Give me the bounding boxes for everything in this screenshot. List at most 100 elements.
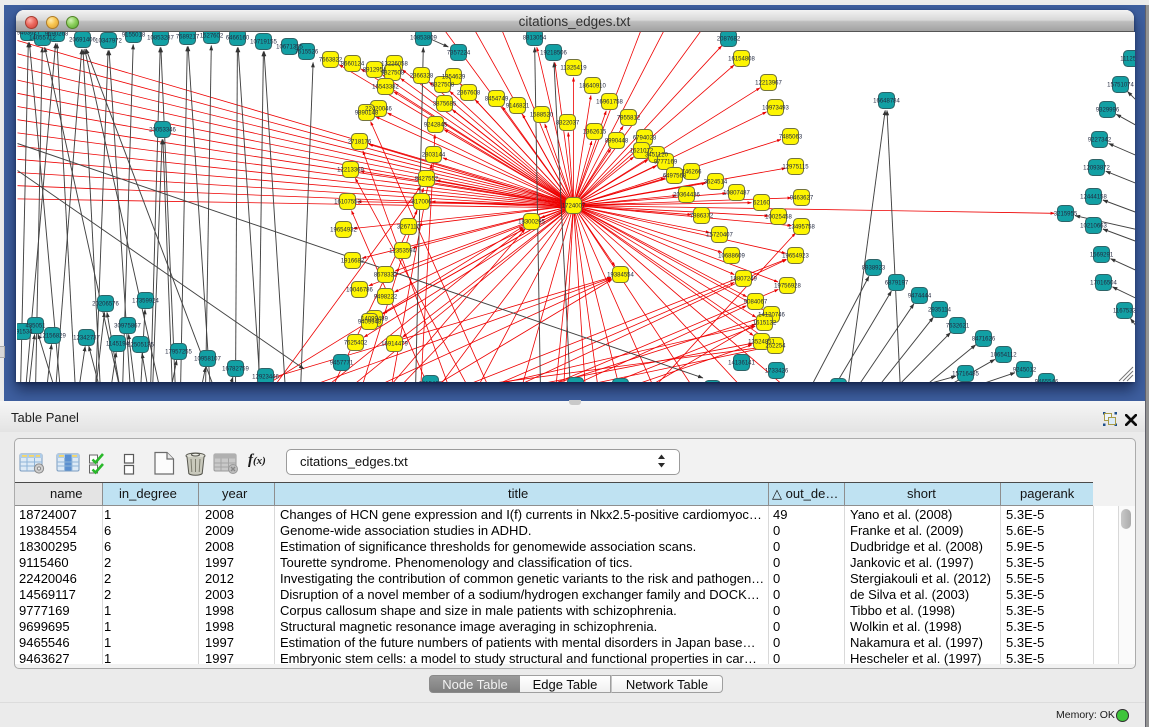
svg-text:20206576: 20206576 [92, 301, 119, 307]
svg-text:16648784: 16648784 [873, 98, 900, 104]
svg-text:2366328: 2366328 [409, 73, 433, 79]
svg-text:7955812: 7955812 [616, 115, 640, 121]
svg-text:10210663: 10210663 [1080, 223, 1107, 229]
svg-text:12213369: 12213369 [337, 167, 364, 173]
svg-text:12505135: 12505135 [127, 342, 154, 348]
svg-text:3451120: 3451120 [645, 152, 669, 158]
svg-text:9474444: 9474444 [907, 293, 931, 299]
svg-text:7986372: 7986372 [689, 213, 713, 219]
svg-text:9146821: 9146821 [505, 103, 529, 109]
svg-text:10719155: 10719155 [250, 39, 277, 45]
svg-text:7632621: 7632621 [945, 323, 969, 329]
svg-text:6497568: 6497568 [662, 173, 686, 179]
svg-text:8660124: 8660124 [340, 61, 364, 67]
svg-text:10347972: 10347972 [95, 38, 122, 44]
svg-text:16961758: 16961758 [596, 99, 623, 105]
svg-text:1354629: 1354629 [441, 74, 465, 80]
svg-text:7625402: 7625402 [343, 340, 367, 346]
svg-text:9242845: 9242845 [423, 122, 447, 128]
svg-text:10025458: 10025458 [765, 214, 792, 220]
svg-text:10958107: 10958107 [194, 356, 221, 362]
svg-text:1112545: 1112545 [1120, 56, 1135, 62]
svg-text:30975867: 30975867 [114, 323, 141, 329]
svg-text:16782759: 16782759 [222, 366, 249, 372]
svg-text:1588520: 1588520 [529, 112, 553, 118]
svg-text:9777169: 9777169 [653, 159, 677, 165]
svg-text:12093872: 12093872 [1083, 165, 1110, 171]
svg-text:8678332: 8678332 [373, 272, 397, 278]
svg-text:15751074: 15751074 [1107, 82, 1134, 88]
svg-text:8322037: 8322037 [555, 120, 579, 126]
svg-text:8471626: 8471626 [971, 336, 995, 342]
svg-text:1362615: 1362615 [582, 129, 606, 135]
svg-text:8813054: 8813054 [522, 35, 546, 41]
svg-text:10853809: 10853809 [410, 35, 437, 41]
svg-text:3267110: 3267110 [397, 224, 421, 230]
svg-text:18807249: 18807249 [730, 276, 757, 282]
svg-text:10046786: 10046786 [346, 287, 373, 293]
svg-text:9409948: 9409948 [357, 319, 381, 325]
svg-text:14120746: 14120746 [758, 312, 785, 318]
svg-text:14136141: 14136141 [728, 360, 755, 366]
svg-text:391534: 391534 [17, 329, 33, 335]
svg-text:1724007: 1724007 [561, 203, 585, 209]
svg-text:16914479: 16914479 [381, 341, 408, 347]
svg-text:8454749: 8454749 [484, 96, 508, 102]
svg-text:2718176: 2718176 [347, 139, 371, 145]
svg-text:8427552: 8427552 [414, 176, 438, 182]
svg-text:9498222: 9498222 [373, 294, 397, 300]
svg-text:19218506: 19218506 [540, 50, 567, 56]
svg-text:13226058: 13226058 [381, 61, 408, 67]
svg-text:9155018: 9155018 [121, 32, 145, 38]
svg-text:1916682: 1916682 [340, 258, 364, 264]
svg-text:20691406: 20691406 [69, 37, 96, 43]
svg-text:6879197: 6879197 [884, 280, 908, 286]
svg-text:1615132: 1615132 [752, 320, 776, 326]
svg-text:10853287: 10853287 [147, 35, 174, 41]
svg-text:16543382: 16543382 [372, 84, 399, 90]
svg-text:12213967: 12213967 [755, 80, 782, 86]
svg-text:9329996: 9329996 [1095, 107, 1119, 113]
svg-text:1145194: 1145194 [106, 341, 130, 347]
svg-text:3215955: 3215955 [1053, 211, 1077, 217]
svg-text:9227342: 9227342 [1087, 137, 1111, 143]
svg-text:252254: 252254 [765, 343, 786, 349]
svg-text:15720407: 15720407 [706, 232, 733, 238]
svg-text:12353594: 12353594 [389, 248, 416, 254]
svg-text:1569291: 1569291 [1089, 252, 1113, 258]
svg-text:8938923: 8938923 [861, 265, 885, 271]
svg-text:16154808: 16154808 [728, 56, 755, 62]
svg-text:7485063: 7485063 [778, 134, 802, 140]
svg-text:817006: 817006 [411, 199, 432, 205]
svg-text:18640910: 18640910 [579, 83, 606, 89]
svg-text:8990448: 8990448 [604, 138, 628, 144]
svg-text:10807487: 10807487 [723, 190, 750, 196]
svg-text:9084067: 9084067 [743, 299, 767, 305]
svg-text:7357224: 7357224 [446, 50, 470, 56]
svg-text:19654923: 19654923 [782, 253, 809, 259]
svg-text:7663822: 7663822 [318, 57, 342, 63]
svg-text:12342737: 12342737 [73, 335, 100, 341]
svg-text:17016504: 17016504 [1090, 280, 1117, 286]
svg-text:16107553: 16107553 [334, 199, 361, 205]
svg-text:9327508: 9327508 [430, 82, 454, 88]
svg-text:10654112: 10654112 [990, 352, 1017, 358]
svg-text:19384554: 19384554 [607, 272, 634, 278]
svg-text:7689217: 7689217 [175, 34, 199, 40]
svg-text:7515526: 7515526 [294, 49, 318, 55]
svg-text:17957255: 17957255 [165, 349, 192, 355]
svg-text:17359924: 17359924 [132, 298, 159, 304]
svg-text:1527602: 1527602 [199, 33, 223, 39]
svg-text:19756928: 19756928 [774, 283, 801, 289]
svg-text:10688609: 10688609 [718, 253, 745, 259]
svg-text:2087682: 2087682 [716, 36, 740, 42]
svg-text:20053346: 20053346 [149, 127, 176, 133]
svg-text:6466160: 6466160 [225, 35, 249, 41]
svg-text:9465546: 9465546 [1034, 379, 1058, 382]
svg-text:1167533: 1167533 [1113, 308, 1135, 314]
svg-text:3624514: 3624514 [703, 179, 727, 185]
svg-text:9115463: 9115463 [419, 381, 443, 382]
svg-text:13495758: 13495758 [788, 224, 815, 230]
svg-text:2935114: 2935114 [928, 307, 952, 313]
svg-text:3875685: 3875685 [432, 101, 456, 107]
